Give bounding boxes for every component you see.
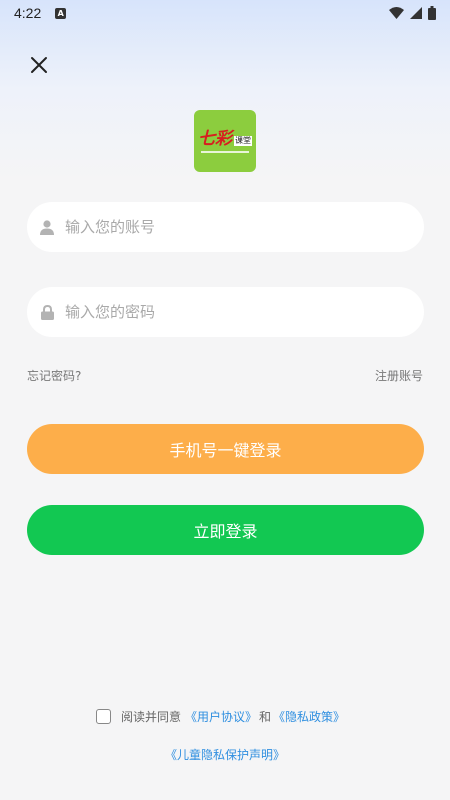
- forgot-password-link[interactable]: 忘记密码?: [27, 367, 81, 384]
- account-field[interactable]: [27, 202, 424, 252]
- status-time: 4:22: [14, 5, 42, 21]
- password-field[interactable]: [27, 287, 424, 337]
- login-button[interactable]: 立即登录: [27, 505, 424, 555]
- signal-icon: [410, 7, 422, 19]
- agreement-and: 和: [259, 710, 272, 724]
- password-input[interactable]: [65, 303, 385, 321]
- agreement-row: 阅读并同意 《用户协议》 和 《隐私政策》: [96, 708, 345, 725]
- phone-login-button[interactable]: 手机号一键登录: [27, 424, 424, 474]
- account-input[interactable]: [65, 218, 385, 236]
- close-button[interactable]: [26, 52, 52, 78]
- logo-text: 七彩 课堂: [198, 130, 252, 148]
- close-icon: [31, 57, 47, 73]
- wifi-icon: [389, 7, 404, 19]
- app-logo: 七彩 课堂: [194, 110, 256, 172]
- register-link[interactable]: 注册账号: [375, 367, 423, 384]
- battery-icon: [428, 6, 436, 20]
- status-icons: [389, 6, 436, 20]
- logo-sub-text: 课堂: [234, 135, 252, 146]
- user-agreement-link[interactable]: 《用户协议》: [185, 708, 257, 725]
- privacy-policy-link[interactable]: 《隐私政策》: [273, 708, 345, 725]
- logo-underline: [201, 150, 249, 153]
- status-bar: 4:22 A: [0, 0, 450, 26]
- user-icon: [39, 219, 55, 235]
- lock-icon: [39, 304, 55, 320]
- agreement-checkbox[interactable]: [96, 709, 111, 724]
- app-notification-icon: A: [55, 7, 67, 19]
- logo-main-text: 七彩: [198, 128, 232, 149]
- child-privacy-link[interactable]: 《儿童隐私保护声明》: [0, 746, 450, 763]
- agreement-prefix: 阅读并同意: [121, 710, 182, 724]
